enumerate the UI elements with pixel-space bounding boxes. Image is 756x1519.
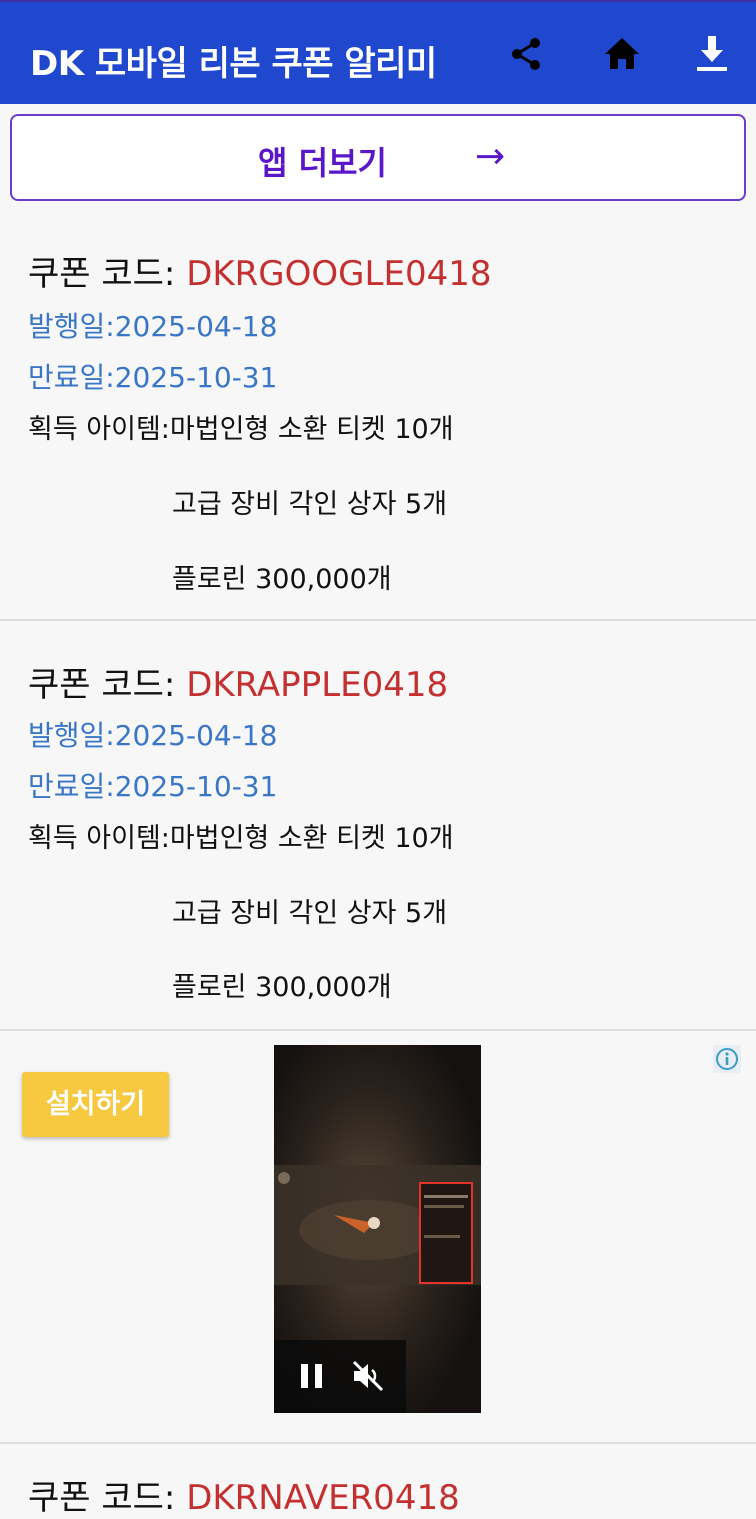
reward-item: 획득 아이템:마법인형 소환 티켓 10개 bbox=[28, 407, 454, 446]
mute-icon[interactable] bbox=[350, 1358, 386, 1394]
more-apps-button[interactable]: 앱 더보기 → bbox=[10, 114, 746, 201]
more-apps-label: 앱 더보기 bbox=[258, 144, 387, 182]
coupon-code-line: 쿠폰 코드: DKRGOOGLE0418 bbox=[28, 246, 491, 295]
reward-item: 획득 아이템:마법인형 소환 티켓 10개 bbox=[28, 816, 454, 855]
reward-item: 플로린 300,000개 bbox=[172, 564, 392, 595]
ad-video[interactable] bbox=[274, 1045, 481, 1413]
share-icon[interactable] bbox=[504, 32, 548, 76]
coupon-code-line: 쿠폰 코드: DKRAPPLE0418 bbox=[28, 657, 448, 706]
items-label: 획득 아이템: bbox=[28, 414, 170, 445]
coupon-code-line: 쿠폰 코드: DKRNAVER0418 bbox=[28, 1470, 460, 1519]
reward-item-text: 마법인형 소환 티켓 10개 bbox=[169, 414, 454, 445]
download-icon[interactable] bbox=[690, 32, 734, 76]
issued-date: 발행일:2025-04-18 bbox=[28, 719, 278, 752]
coupon-code[interactable]: DKRAPPLE0418 bbox=[186, 665, 448, 705]
home-icon[interactable] bbox=[600, 32, 644, 76]
coupon-code-label: 쿠폰 코드: bbox=[28, 254, 187, 294]
arrow-right-icon: → bbox=[475, 136, 506, 177]
issued-date: 발행일:2025-04-18 bbox=[28, 310, 278, 343]
expiry-date: 만료일:2025-10-31 bbox=[28, 361, 278, 394]
reward-item-text: 마법인형 소환 티켓 10개 bbox=[169, 823, 454, 854]
info-icon[interactable] bbox=[713, 1045, 741, 1073]
coupon-card[interactable]: 쿠폰 코드: DKRGOOGLE0418 발행일:2025-04-18 만료일:… bbox=[0, 206, 756, 621]
expiry-date: 만료일:2025-10-31 bbox=[28, 770, 278, 803]
reward-item: 고급 장비 각인 상자 5개 bbox=[172, 489, 448, 520]
coupon-code[interactable]: DKRNAVER0418 bbox=[186, 1478, 460, 1518]
pause-icon[interactable] bbox=[294, 1358, 330, 1394]
app-title: DK 모바일 리본 쿠폰 알리미 bbox=[30, 44, 437, 84]
items-label: 획득 아이템: bbox=[28, 823, 170, 854]
coupon-code-label: 쿠폰 코드: bbox=[28, 1478, 187, 1518]
coupon-code[interactable]: DKRGOOGLE0418 bbox=[186, 254, 491, 294]
video-controls bbox=[274, 1340, 406, 1413]
reward-item: 플로린 300,000개 bbox=[172, 972, 392, 1003]
reward-item: 고급 장비 각인 상자 5개 bbox=[172, 898, 448, 929]
coupon-card[interactable]: 쿠폰 코드: DKRAPPLE0418 발행일:2025-04-18 만료일:2… bbox=[0, 621, 756, 1031]
coupon-code-label: 쿠폰 코드: bbox=[28, 665, 187, 705]
ad-banner[interactable]: 설치하기 bbox=[0, 1031, 756, 1444]
app-bar: DK 모바일 리본 쿠폰 알리미 bbox=[0, 0, 756, 104]
install-button[interactable]: 설치하기 bbox=[22, 1072, 169, 1137]
